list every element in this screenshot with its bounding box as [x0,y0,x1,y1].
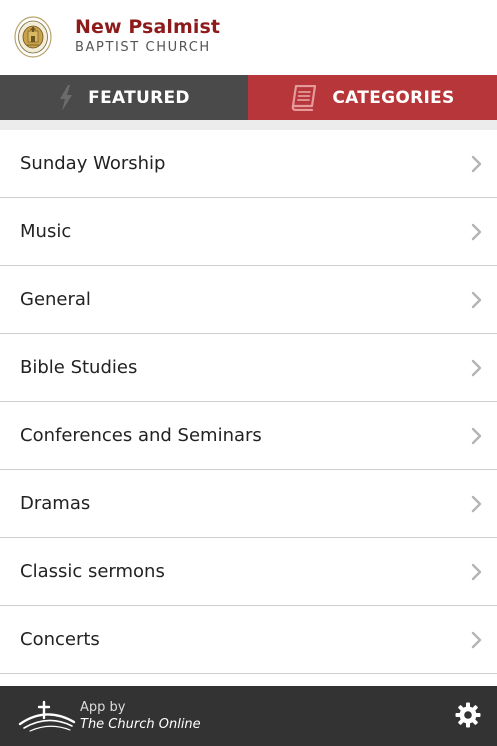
footer-credit-line1: App by [80,700,126,715]
category-item-classic-sermons[interactable]: Classic sermons [0,538,497,606]
book-icon [290,84,318,111]
church-seal-icon [14,16,52,58]
chevron-right-icon [471,223,483,241]
tab-categories-label: CATEGORIES [332,87,455,108]
list-top-divider [0,120,497,130]
tab-featured[interactable]: FEATURED [0,75,248,120]
chevron-right-icon [471,155,483,173]
tab-featured-label: FEATURED [88,87,190,108]
chevron-right-icon [471,291,483,309]
category-label: Bible Studies [20,357,138,378]
category-item-sunday-worship[interactable]: Sunday Worship [0,130,497,198]
category-item-conferences-and-seminars[interactable]: Conferences and Seminars [0,402,497,470]
chevron-right-icon [471,495,483,513]
app-root: New Psalmist BAPTIST CHURCH FEATURED CAT… [0,0,497,746]
category-item-dramas[interactable]: Dramas [0,470,497,538]
category-label: Music [20,221,72,242]
gear-icon[interactable] [455,702,481,728]
category-label: Conferences and Seminars [20,425,262,446]
app-footer: App by The Church Online [0,686,497,746]
chevron-right-icon [471,427,483,445]
app-title: New Psalmist [75,16,221,38]
category-item-music[interactable]: Music [0,198,497,266]
footer-credit[interactable]: App by The Church Online [80,700,201,734]
category-label: Classic sermons [20,561,165,582]
category-label: Sunday Worship [20,153,166,174]
category-item-concerts[interactable]: Concerts [0,606,497,674]
app-subtitle: BAPTIST CHURCH [75,40,211,55]
tab-categories[interactable]: CATEGORIES [248,75,497,120]
category-list: Sunday Worship Music General Bible Studi… [0,130,497,674]
lightning-icon [58,84,74,111]
category-item-general[interactable]: General [0,266,497,334]
category-label: General [20,289,91,310]
category-label: Concerts [20,629,100,650]
category-label: Dramas [20,493,91,514]
chevron-right-icon [471,563,483,581]
chevron-right-icon [471,631,483,649]
category-item-bible-studies[interactable]: Bible Studies [0,334,497,402]
footer-credit-line2: The Church Online [80,717,201,732]
church-online-logo-icon [18,698,76,734]
brand: New Psalmist BAPTIST CHURCH [75,15,220,56]
tab-bar: FEATURED CATEGORIES [0,75,497,120]
chevron-right-icon [471,359,483,377]
app-header: New Psalmist BAPTIST CHURCH [0,0,497,75]
